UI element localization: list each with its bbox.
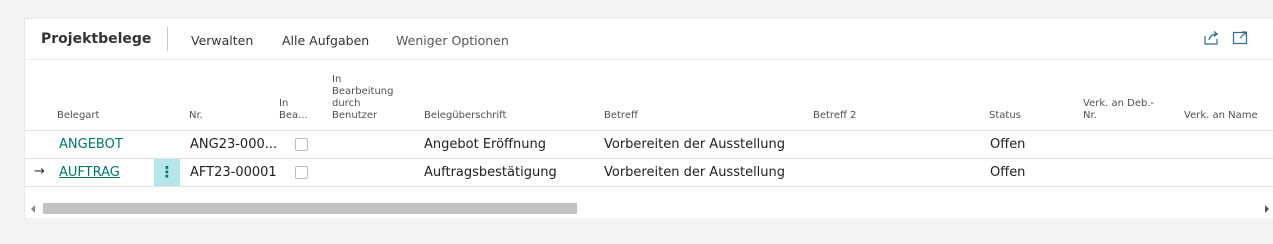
belegart-link[interactable]: AUFTRAG — [59, 165, 120, 180]
column-header-in-bea-line2: Bea... — [279, 110, 308, 121]
status-cell[interactable]: Offen — [990, 165, 1025, 180]
column-header-in-bearbeitung-line1: In — [332, 74, 342, 85]
column-header-betreff[interactable]: Betreff — [604, 110, 638, 122]
nr-cell[interactable]: AFT23-00001 — [190, 165, 277, 180]
betreff-cell[interactable]: Vorbereiten der Ausstellung — [604, 137, 785, 152]
in-bearbeitung-checkbox[interactable] — [295, 166, 308, 179]
column-header-belegart[interactable]: Belegart — [57, 110, 99, 122]
scroll-right-icon[interactable] — [1265, 205, 1269, 213]
column-header-status[interactable]: Status — [989, 110, 1021, 122]
column-header-in-bea-line1: In — [279, 98, 289, 109]
belegueberschrift-cell[interactable]: Angebot Eröffnung — [424, 137, 546, 152]
column-header-in-bearbeitung[interactable]: In Bearbeitung durch Benutzer — [332, 74, 393, 122]
projektbelege-part: Projektbelege Verwalten Alle Aufgaben We… — [24, 18, 1273, 218]
column-header-verk-an-name[interactable]: Verk. an Name — [1184, 110, 1258, 122]
share-icon[interactable] — [1202, 29, 1220, 47]
column-header-in-bearbeitung-line3: durch — [332, 98, 361, 109]
betreff-cell[interactable]: Vorbereiten der Ausstellung — [604, 165, 785, 180]
table-row[interactable]: → AUFTRAG ⋮ AFT23-00001 Auftragsbestätig… — [25, 159, 1273, 186]
table-header: Belegart Nr. In Bea... In Bearbeitung du… — [25, 60, 1273, 130]
part-title[interactable]: Projektbelege — [41, 31, 151, 47]
column-header-verk-an-deb-nr-line1: Verk. an Deb.- — [1083, 98, 1155, 109]
column-header-in-bearbeitung-line4: Benutzer — [332, 110, 378, 121]
status-cell[interactable]: Offen — [990, 137, 1025, 152]
action-verwalten[interactable]: Verwalten — [191, 33, 253, 48]
column-header-betreff-2[interactable]: Betreff 2 — [813, 110, 856, 122]
expand-icon[interactable] — [1231, 29, 1249, 47]
scrollbar-thumb[interactable] — [43, 203, 577, 214]
column-header-verk-an-deb-nr-line2: Nr. — [1083, 110, 1097, 121]
column-header-belegueberschrift[interactable]: Belegüberschrift — [424, 110, 506, 122]
nr-cell[interactable]: ANG23-000... — [190, 137, 277, 152]
action-alle-aufgaben[interactable]: Alle Aufgaben — [282, 33, 369, 48]
column-header-in-bea[interactable]: In Bea... — [279, 98, 308, 122]
row-separator — [25, 186, 1273, 187]
current-row-arrow-icon: → — [34, 164, 45, 179]
belegart-link[interactable]: ANGEBOT — [59, 137, 123, 152]
column-header-verk-an-deb-nr[interactable]: Verk. an Deb.- Nr. — [1083, 98, 1154, 122]
action-bar: Projektbelege Verwalten Alle Aufgaben We… — [25, 19, 1273, 59]
action-weniger-optionen[interactable]: Weniger Optionen — [396, 33, 509, 48]
belegueberschrift-cell[interactable]: Auftragsbestätigung — [424, 165, 557, 180]
row-context-menu-button[interactable]: ⋮ — [154, 159, 180, 186]
table-row[interactable]: ANGEBOT ANG23-000... Angebot Eröffnung V… — [25, 131, 1273, 158]
column-header-nr[interactable]: Nr. — [189, 110, 203, 122]
column-header-in-bearbeitung-line2: Bearbeitung — [332, 86, 394, 97]
in-bearbeitung-checkbox[interactable] — [295, 138, 308, 151]
title-separator — [167, 27, 168, 51]
horizontal-scrollbar[interactable] — [25, 202, 1273, 216]
scroll-left-icon[interactable] — [31, 205, 35, 213]
